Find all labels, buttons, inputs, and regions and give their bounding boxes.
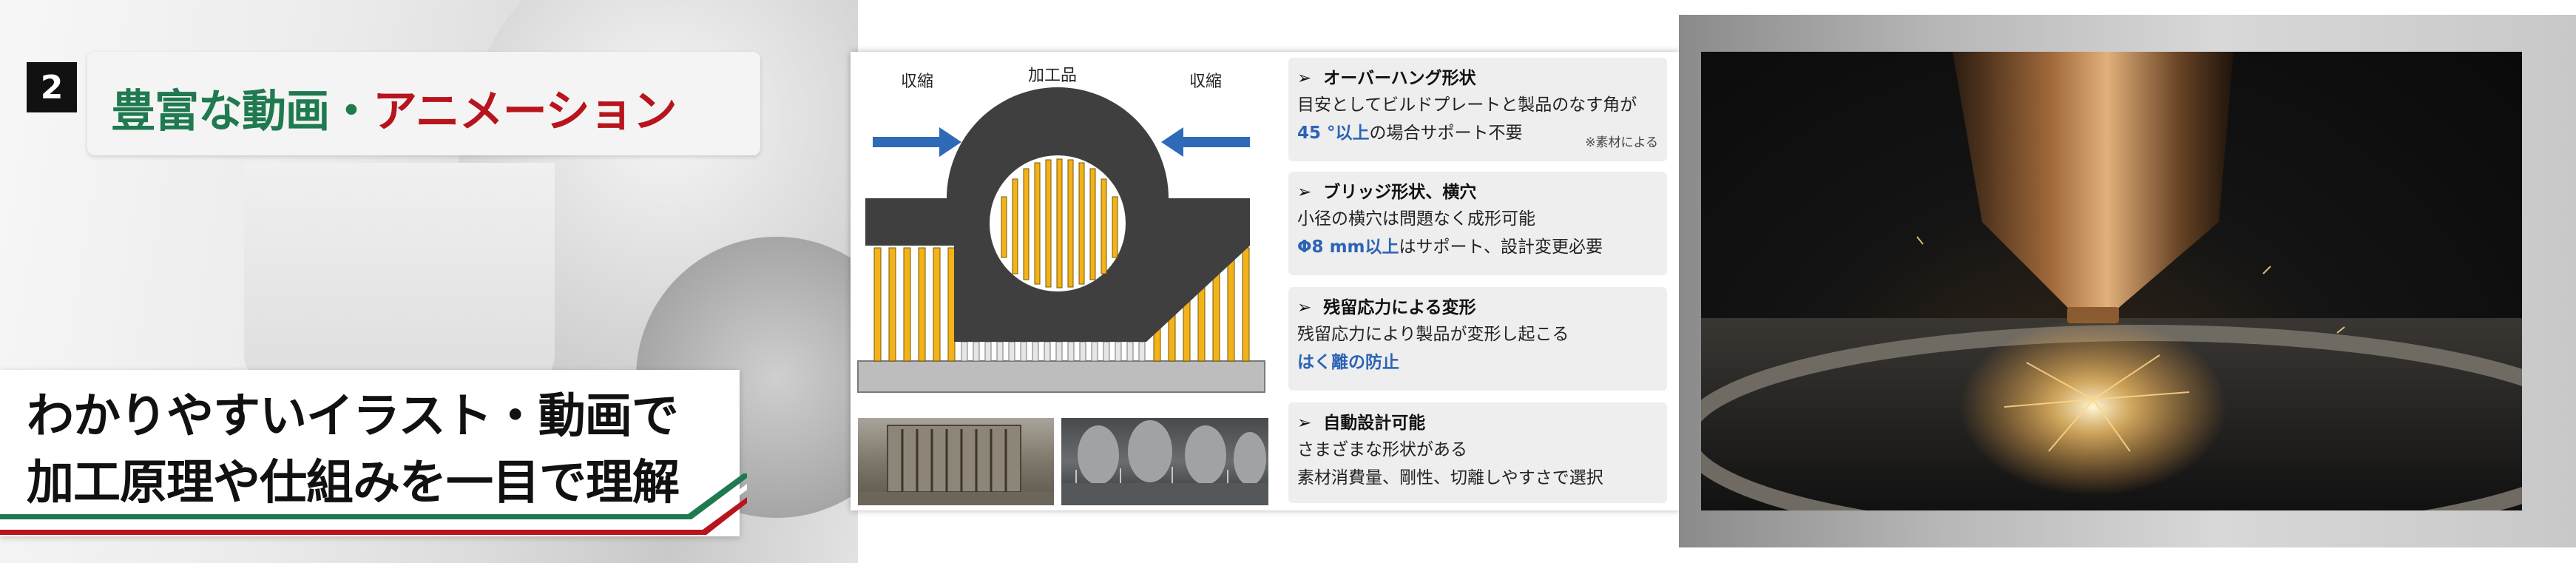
section-number-badge: 2: [27, 62, 77, 112]
card-note: ※素材による: [1585, 135, 1658, 150]
printed-part-photo-1: [858, 418, 1054, 505]
label-shrink-left: 収縮: [901, 73, 934, 91]
shrink-arrow-left-icon: [873, 127, 961, 157]
support-structure-diagram: 収縮 加工品 収縮: [851, 52, 1272, 466]
subtitle-line-1: わかりやすいイラスト・動画で: [27, 389, 679, 444]
nozzle: [1953, 52, 2234, 311]
card-line-1: 残留応力により製品が変形し起こる: [1297, 325, 1569, 344]
card-line-2: 素材消費量、剛性、切離しやすさで選択: [1297, 468, 1603, 488]
explanation-panel: 収縮 加工品 収縮 ➢ オーバーハング形状 目安としてビルドプレートと製品のなす…: [851, 52, 1679, 510]
laser-deposition-photo: [1701, 52, 2522, 510]
melt-pool-glow: [1960, 318, 2226, 496]
label-shrink-right: 収縮: [1189, 73, 1223, 91]
build-plate: [857, 360, 1265, 393]
label-workpiece: 加工品: [1028, 67, 1078, 85]
card-line-1: 目安としてビルドプレートと製品のなす角が: [1297, 95, 1637, 115]
title-part-red: アニメーション: [373, 86, 677, 138]
card-title: ➢ ブリッジ形状、横穴: [1297, 183, 1477, 202]
info-card-overhang: ➢ オーバーハング形状 目安としてビルドプレートと製品のなす角が 45 °以上の…: [1288, 58, 1667, 161]
card-title: ➢ 残留応力による変形: [1297, 298, 1476, 317]
diagram-svg: [857, 87, 1265, 393]
printed-part-photo-2: [1061, 418, 1268, 505]
card-line-2: Φ8 mm以上はサポート、設計変更必要: [1297, 237, 1603, 257]
bottom-supports: [961, 341, 1146, 362]
card-title: ➢ オーバーハング形状: [1297, 69, 1476, 88]
section-number: 2: [40, 68, 64, 107]
info-card-auto-design: ➢ 自動設計可能 さまざまな形状がある 素材消費量、剛性、切離しやすさで選択: [1288, 402, 1667, 503]
card-line-2: 45 °以上の場合サポート不要: [1297, 124, 1523, 143]
card-line-1: 小径の横穴は問題なく成形可能: [1297, 209, 1535, 229]
decorative-stripes: [0, 473, 747, 535]
title-part-green: 豊富な動画・: [111, 86, 373, 138]
info-card-residual-stress: ➢ 残留応力による変形 残留応力により製品が変形し起こる はく離の防止: [1288, 287, 1667, 391]
card-title: ➢ 自動設計可能: [1297, 414, 1426, 433]
shrink-arrow-right-icon: [1161, 127, 1250, 157]
card-line-2: はく離の防止: [1297, 353, 1399, 372]
card-line-1: さまざまな形状がある: [1297, 440, 1467, 459]
info-card-bridge: ➢ ブリッジ形状、横穴 小径の横穴は問題なく成形可能 Φ8 mm以上はサポート、…: [1288, 172, 1667, 275]
banner-title: 豊富な動画・アニメーション: [111, 75, 677, 140]
machine-panel: [244, 163, 555, 385]
